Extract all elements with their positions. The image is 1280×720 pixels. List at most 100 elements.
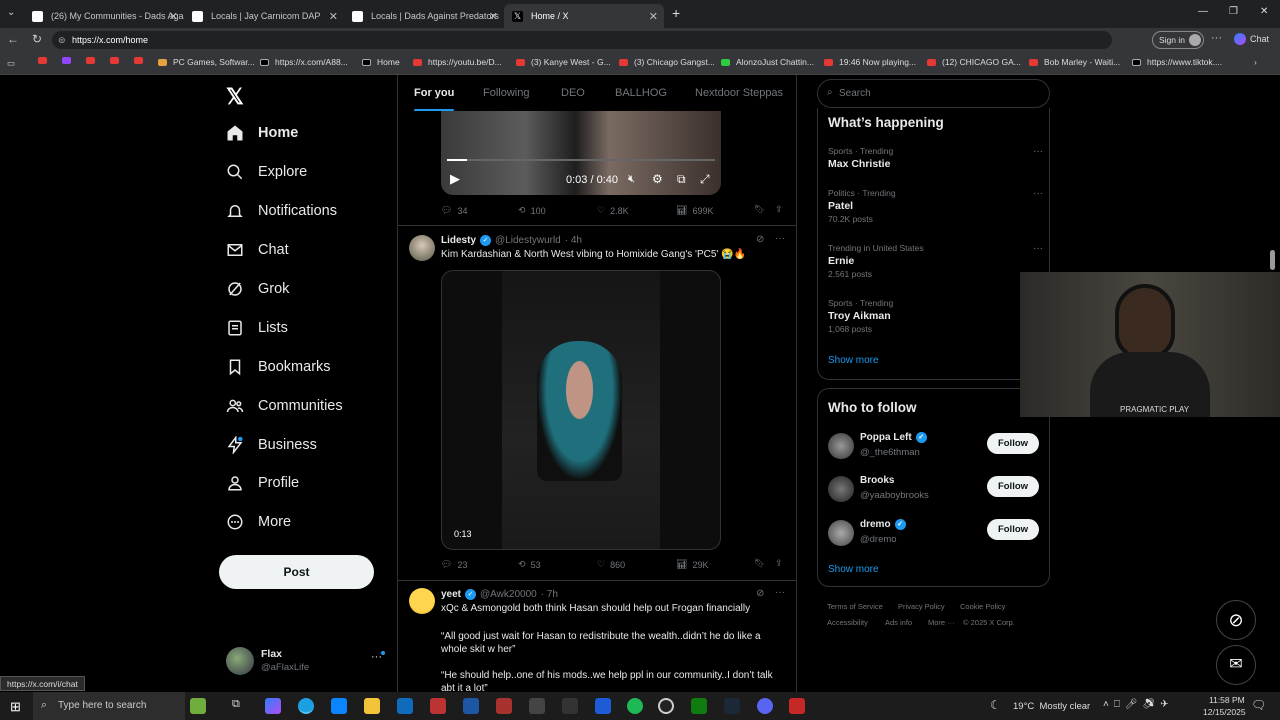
store-icon[interactable] — [331, 698, 347, 714]
follow-button[interactable]: Follow — [987, 433, 1039, 454]
new-tab-icon[interactable]: + — [672, 5, 680, 21]
bookmark-twitch-icon[interactable] — [62, 57, 77, 64]
author-name[interactable]: yeet — [441, 589, 461, 600]
mute-icon[interactable]: 🔇︎ — [628, 173, 635, 186]
grok-post-icon[interactable]: ⊘ — [756, 234, 764, 245]
bookmark-item[interactable]: https://www.tiktok.... — [1132, 57, 1222, 67]
footer-link[interactable]: Terms of Service — [827, 602, 883, 611]
avatar[interactable] — [409, 588, 435, 614]
post-more-icon[interactable]: ··· — [775, 233, 785, 244]
refresh-icon[interactable]: ↻ — [32, 32, 42, 46]
like-button[interactable]: ♡ 860 — [597, 559, 625, 570]
bookmark-item[interactable]: 19:46 Now playing... — [824, 57, 916, 67]
clock-date[interactable]: 12/15/2025 — [1203, 707, 1246, 717]
bookmark-folder-icon[interactable]: ▭ — [7, 58, 15, 69]
nav-communities[interactable]: Communities — [226, 397, 343, 415]
post-more-icon[interactable]: ··· — [775, 587, 785, 598]
share-icon[interactable]: ⇪ — [775, 204, 783, 215]
bookmark-post-icon[interactable]: 🔖︎ — [754, 558, 765, 569]
trend-more-icon[interactable]: ··· — [1033, 188, 1043, 199]
tab-following[interactable]: Following — [483, 87, 529, 99]
bookmark-item[interactable]: PC Games, Softwar... — [158, 57, 255, 67]
start-icon[interactable]: ⊞ — [10, 699, 21, 715]
bookmark-item[interactable]: Bob Marley - Waiti... — [1029, 57, 1120, 67]
trend-more-icon[interactable]: ··· — [1033, 146, 1043, 157]
tab-nextdoor-steppas[interactable]: Nextdoor Steppas — [695, 87, 783, 99]
share-icon[interactable]: ⇪ — [775, 558, 783, 569]
author-handle[interactable]: @Lidestywurld — [495, 235, 561, 246]
post-time[interactable]: · 4h — [565, 235, 582, 246]
explorer-icon[interactable] — [364, 698, 380, 714]
signin-button[interactable]: Sign in — [1152, 31, 1204, 49]
nav-business[interactable]: Business — [226, 435, 317, 456]
notification-center-icon[interactable]: 🗨︎ — [1251, 698, 1266, 712]
bookmark-item[interactable]: AlonzoJust Chattin... — [721, 57, 814, 67]
views-button[interactable]: 📊︎ 29K — [676, 559, 708, 570]
taskbar-app-icon[interactable] — [430, 698, 446, 714]
taskbar-app-icon[interactable] — [529, 698, 545, 714]
play-icon[interactable]: ▶ — [450, 171, 460, 187]
footer-link[interactable]: More ··· — [928, 618, 955, 627]
edge-icon[interactable] — [298, 698, 314, 714]
discord-icon[interactable] — [757, 698, 773, 714]
browser-tab-active[interactable]: 𝕏 Home / X ✕ — [504, 4, 664, 28]
nav-bookmarks[interactable]: Bookmarks — [226, 358, 331, 376]
tab-ballhog[interactable]: BALLHOG — [615, 87, 667, 99]
spotify-icon[interactable] — [627, 698, 643, 714]
bookmark-youtube-icon[interactable] — [86, 57, 101, 64]
bookmark-item[interactable]: (3) Chicago Gangst... — [619, 57, 715, 67]
show-more-link[interactable]: Show more — [828, 355, 879, 366]
site-info-icon[interactable]: ⊜ — [58, 31, 66, 49]
post-time[interactable]: · 7h — [541, 589, 558, 600]
trend-item[interactable]: Sports · Trending Troy Aikman 1,068 post… — [828, 298, 1043, 334]
footer-link[interactable]: Cookie Policy — [960, 602, 1005, 611]
grok-float-button[interactable]: ⊘ — [1216, 600, 1256, 640]
nav-notifications[interactable]: Notifications — [226, 202, 337, 220]
author-name[interactable]: Lidesty — [441, 235, 476, 246]
reply-button[interactable]: 💬︎ 23 — [441, 559, 467, 570]
footer-link[interactable]: Accessibility — [827, 618, 868, 627]
nav-more[interactable]: More — [226, 513, 291, 531]
nav-chat[interactable]: Chat — [226, 241, 289, 259]
taskbar-search[interactable]: ⌕ Type here to search — [33, 692, 185, 720]
clock-time[interactable]: 11:58 PM — [1209, 695, 1245, 705]
back-icon[interactable]: ← — [7, 32, 19, 46]
page-scrollbar[interactable] — [1270, 250, 1275, 270]
bookmark-item[interactable]: Home — [362, 57, 400, 67]
footer-link[interactable]: Ads info — [885, 618, 912, 627]
bookmark-item[interactable]: https://youtu.be/D... — [413, 57, 502, 67]
nav-lists[interactable]: Lists — [226, 319, 288, 337]
tray-icons[interactable]: ˄⎕🎤︎🔊︎✈ — [1103, 699, 1174, 710]
mail-icon[interactable] — [397, 698, 413, 714]
video-progress-bar[interactable] — [447, 159, 715, 161]
views-button[interactable]: 📊︎ 699K — [676, 205, 713, 216]
x-logo[interactable]: 𝕏 — [226, 84, 244, 110]
maximize-icon[interactable]: ❐ — [1229, 6, 1238, 17]
video-player[interactable]: ▶ 0:03 / 0:40 🔇︎ ⚙ ⧉ ⤢ — [441, 111, 721, 195]
close-tab-icon[interactable]: ✕ — [489, 10, 498, 23]
taskbar-app-icon[interactable] — [463, 698, 479, 714]
show-more-link[interactable]: Show more — [828, 564, 879, 575]
reply-button[interactable]: 💬︎ 34 — [441, 205, 467, 216]
post-button[interactable]: Post — [219, 555, 374, 589]
author-handle[interactable]: @Awk20000 — [480, 589, 537, 600]
trend-item[interactable]: Politics · Trending Patel 70.2K posts ··… — [828, 188, 1043, 224]
bookmark-item[interactable]: (3) Kanye West - G... — [516, 57, 611, 67]
taskbar-app-icon[interactable] — [562, 698, 578, 714]
weather-text[interactable]: 19°C Mostly clear — [1013, 701, 1090, 712]
repost-button[interactable]: ⟲ 53 — [518, 559, 541, 570]
bookmark-item[interactable]: https://x.com/A88... — [260, 57, 348, 67]
close-window-icon[interactable]: ✕ — [1260, 6, 1268, 17]
trend-more-icon[interactable]: ··· — [1033, 243, 1043, 254]
copilot-chat-button[interactable]: Chat — [1234, 33, 1269, 45]
trend-item[interactable]: Sports · Trending Max Christie ··· — [828, 146, 1043, 170]
bookmarks-overflow-icon[interactable]: › — [1254, 57, 1257, 67]
video-player[interactable]: 0:13 — [441, 270, 721, 550]
browser-tab[interactable]: Locals | Jay Carnicom DAP ✕ — [184, 4, 344, 28]
nav-home[interactable]: Home — [226, 124, 298, 142]
steam-icon[interactable] — [724, 698, 740, 714]
nav-explore[interactable]: Explore — [226, 163, 307, 181]
bookmark-youtube-icon[interactable] — [134, 57, 149, 64]
chat-float-button[interactable]: ✉ — [1216, 645, 1256, 685]
tab-deo[interactable]: DEO — [561, 87, 585, 99]
